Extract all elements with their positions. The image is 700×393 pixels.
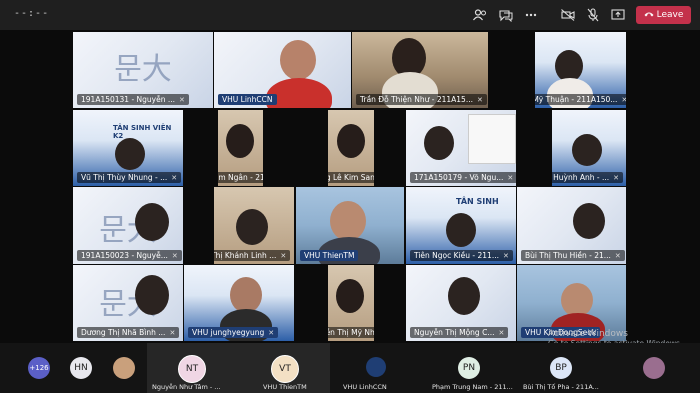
- document-sheet: [468, 114, 516, 164]
- mic-off-icon: ✕: [268, 329, 275, 337]
- mic-off-icon: ✕: [169, 329, 176, 337]
- video-tile[interactable]: Trần Đỗ Thiện Như - 211A15... ✕: [352, 32, 488, 108]
- mic-off-icon: ✕: [476, 96, 483, 104]
- video-tile[interactable]: 문大 191A150023 - Nguyễ... ✕: [73, 187, 183, 264]
- camera-off-icon[interactable]: [560, 7, 576, 23]
- video-tile[interactable]: 문大 Dương Thị Nhã Bình ... ✕: [73, 265, 183, 341]
- participant-name: Trần Đỗ Thiện Như - 211A15... ✕: [356, 94, 487, 105]
- video-tile[interactable]: Nguyễn Thị Mỹ Nhiê...✕: [328, 265, 374, 341]
- participant-face: [135, 275, 169, 315]
- avatar-name: VHU LinhCCN: [343, 383, 387, 391]
- avatar-name: Phạm Trung Nam - 211...: [432, 383, 513, 391]
- participant-strip: +126 HN NT Nguyễn Như Tâm - ... VT VHU T…: [0, 343, 700, 393]
- participant-face: [330, 201, 366, 241]
- leave-button[interactable]: Leave: [636, 6, 691, 24]
- mic-off-icon: ✕: [171, 174, 178, 182]
- participant-face: [424, 126, 454, 160]
- video-tile[interactable]: Tống Thị Khánh Linh ...✕: [214, 187, 294, 264]
- avatar-name: VHU ThienTM: [263, 383, 307, 391]
- participant-name: Nguyễn Thị Mộng C... ✕: [410, 327, 509, 338]
- mic-off-icon: ✕: [171, 252, 178, 260]
- mic-off-icon: ✕: [502, 252, 509, 260]
- overflow-count-button[interactable]: +126: [28, 357, 50, 379]
- mic-off-icon: ✕: [179, 96, 185, 104]
- video-tile[interactable]: Ngô Kim Ngân - 211...✕: [218, 110, 263, 186]
- participant-face: [135, 203, 169, 241]
- mic-off-icon: ✕: [280, 252, 287, 260]
- participant-name: 171A150179 - Võ Ngu... ✕: [410, 172, 516, 183]
- participant-name: 191A150131 - Nguyễn ... ✕: [77, 94, 189, 105]
- participant-face: [337, 124, 365, 158]
- mic-off-icon: ✕: [507, 174, 514, 182]
- participant-face: [336, 279, 364, 313]
- avatar[interactable]: HN: [70, 357, 92, 379]
- participant-face: [572, 134, 602, 166]
- avatar[interactable]: VT: [271, 355, 299, 383]
- video-tile[interactable]: Nguyễn Thị Mộng C... ✕: [406, 265, 516, 341]
- participant-name: Ngô Thị Huỳnh Anh - ...✕: [552, 172, 624, 183]
- participant-name: Dương Thị Nhã Bình ... ✕: [77, 327, 180, 338]
- avatar[interactable]: NT: [178, 355, 206, 383]
- video-tile[interactable]: 문大 191A150131 - Nguyễn ... ✕: [73, 32, 213, 108]
- participant-name: Bùi Thị Thu Hiền - 21... ✕: [521, 250, 625, 261]
- mic-off-icon: ✕: [621, 96, 626, 104]
- participant-name: 191A150023 - Nguyễ... ✕: [77, 250, 182, 261]
- avatar[interactable]: BP: [550, 357, 572, 379]
- avatar[interactable]: PN: [458, 357, 480, 379]
- avatar-name: Bùi Thị Tố Pha - 211A...: [523, 383, 599, 391]
- avatar-name: Nguyễn Như Tâm - ...: [152, 383, 221, 391]
- participant-face: [230, 277, 262, 313]
- mic-off-icon: ✕: [614, 252, 621, 260]
- meeting-timer: --:--: [14, 8, 50, 19]
- video-tile[interactable]: Nguyễn Mỹ Thuận - 211A150...✕: [535, 32, 626, 108]
- participant-name: Tống Thị Khánh Linh ...✕: [214, 250, 291, 261]
- video-tile[interactable]: 171A150179 - Võ Ngu... ✕: [406, 110, 516, 186]
- avatar[interactable]: [366, 357, 386, 377]
- video-tile[interactable]: VHU junghyegyung ✕: [184, 265, 294, 341]
- video-grid: 문大 191A150131 - Nguyễn ... ✕ VHU LinhCCN …: [0, 30, 700, 343]
- share-icon[interactable]: [610, 7, 626, 23]
- participant-name: Nguyễn Thị Mỹ Nhiê...✕: [328, 327, 374, 338]
- meeting-toolbar: --:-- Leave: [0, 0, 700, 30]
- avatar[interactable]: [113, 357, 135, 379]
- video-tile[interactable]: Dương Lê Kim Sang - ...✕: [328, 110, 374, 186]
- participant-name: Vũ Thị Thùy Nhung - ... ✕: [77, 172, 182, 183]
- more-icon[interactable]: [523, 7, 539, 23]
- banner-logo-text: 문大: [114, 52, 172, 87]
- participant-name: VHU junghyegyung ✕: [188, 327, 279, 338]
- video-tile[interactable]: VHU ThienTM: [296, 187, 404, 264]
- people-icon[interactable]: [472, 7, 488, 23]
- leave-label: Leave: [656, 10, 684, 20]
- participant-name: Ngô Kim Ngân - 211...✕: [218, 172, 263, 183]
- participant-face: [446, 213, 476, 247]
- participant-face: [448, 277, 480, 315]
- participant-face: [561, 283, 593, 317]
- mic-off-icon: ✕: [613, 174, 620, 182]
- video-tile[interactable]: Bùi Thị Thu Hiền - 21... ✕: [517, 187, 626, 264]
- mic-off-icon[interactable]: [585, 7, 601, 23]
- video-tile[interactable]: Ngô Thị Huỳnh Anh - ...✕: [552, 110, 626, 186]
- participant-face: [226, 124, 254, 158]
- banner-title: TÂN SINH VIÊN K2: [113, 124, 172, 140]
- avatar[interactable]: [643, 357, 665, 379]
- participant-name: VHU LinhCCN: [218, 94, 277, 105]
- mic-off-icon: ✕: [498, 329, 505, 337]
- chat-icon[interactable]: [498, 7, 514, 23]
- participant-face: [573, 203, 605, 239]
- participant-face: [280, 40, 316, 80]
- participant-face: [236, 209, 268, 245]
- participant-name: Nguyễn Mỹ Thuận - 211A150...✕: [535, 94, 626, 105]
- participant-name: VHU ThienTM: [300, 250, 359, 261]
- participant-name: Dương Lê Kim Sang - ...✕: [328, 172, 374, 183]
- video-tile[interactable]: TÂN SINH Tiên Ngọc Kiều - 211... ✕: [406, 187, 516, 264]
- phone-hangup-icon: [644, 10, 654, 20]
- participant-face: [115, 138, 145, 170]
- participant-name: Tiên Ngọc Kiều - 211... ✕: [410, 250, 513, 261]
- banner-title: TÂN SINH: [456, 197, 499, 206]
- video-tile[interactable]: TÂN SINH VIÊN K2 Vũ Thị Thùy Nhung - ...…: [73, 110, 183, 186]
- video-tile[interactable]: VHU LinhCCN: [214, 32, 351, 108]
